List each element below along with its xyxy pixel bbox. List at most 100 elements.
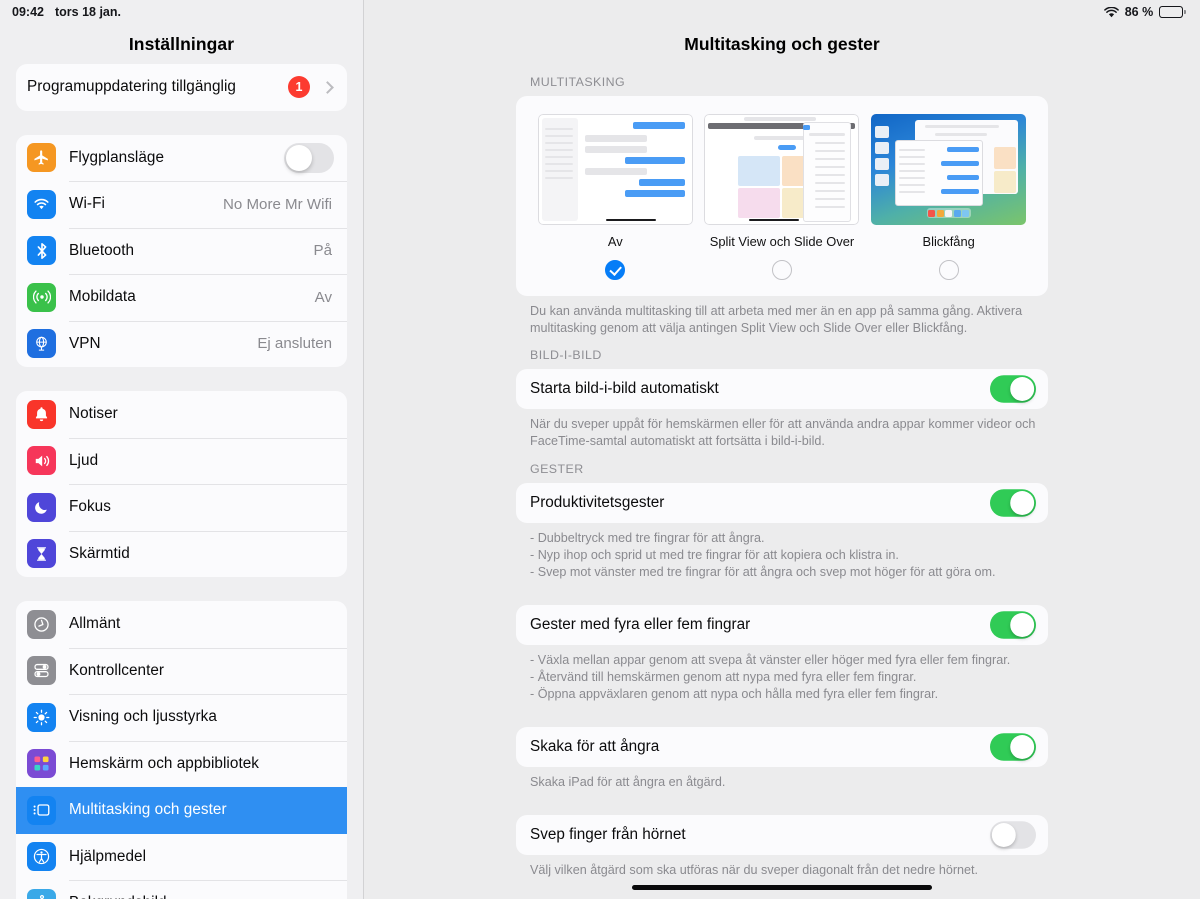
settings-sidebar[interactable]: Inställningar Programuppdatering tillgän… xyxy=(0,0,364,899)
multitasking-option-off[interactable]: Av xyxy=(535,114,695,280)
sidebar-item-notifications[interactable]: Notiser xyxy=(16,391,347,438)
page-title: Multitasking och gester xyxy=(684,34,880,54)
sidebar-item-home-screen[interactable]: Hemskärm och appbibliotek xyxy=(16,740,347,788)
corner-swipe-card: Svep finger från hörnet xyxy=(516,815,1048,856)
ipad-settings-screen: 09:42 tors 18 jan. 86 % Inställningar Pr… xyxy=(0,0,1200,899)
sidebar-item-label: Allmänt xyxy=(69,615,121,633)
sidebar-item-accessibility[interactable]: Hjälpmedel xyxy=(16,834,347,881)
sidebar-item-label: Multitasking och gester xyxy=(69,801,227,819)
gear-icon xyxy=(27,609,56,639)
airplane-mode-toggle[interactable] xyxy=(284,142,334,173)
sidebar-item-label: Bakgrundsbild xyxy=(69,894,334,899)
sidebar-item-vpn[interactable]: VPN Ej ansluten xyxy=(16,320,347,368)
four-five-finger-toggle[interactable] xyxy=(990,611,1036,639)
corner-swipe-toggle[interactable] xyxy=(990,821,1036,850)
vpn-globe-icon xyxy=(27,329,56,359)
sidebar-item-label: Ljud xyxy=(69,451,99,469)
sidebar-group-update: Programuppdatering tillgänglig 1 xyxy=(16,64,347,111)
sidebar-item-bluetooth[interactable]: Bluetooth På xyxy=(16,227,347,275)
shake-to-undo-card: Skaka för att ångra xyxy=(516,727,1048,768)
cellular-icon xyxy=(27,282,56,312)
sidebar-item-cellular[interactable]: Mobildata Av xyxy=(16,274,347,321)
four-five-finger-footnote: - Växla mellan appar genom att svepa åt … xyxy=(516,645,1048,703)
sidebar-item-wifi[interactable]: Wi-Fi No More Mr Wifi xyxy=(16,181,347,228)
stagemanager-thumb xyxy=(871,114,1027,225)
multitasking-options: Av Split View och Slide Over Blickfång xyxy=(532,114,1032,280)
pip-toggle[interactable] xyxy=(990,375,1036,404)
sidebar-group-system: Allmänt Kontrollcenter Visning och ljuss… xyxy=(16,601,347,899)
option-radio-splitview[interactable] xyxy=(771,260,792,280)
option-label: Av xyxy=(607,234,623,249)
sidebar-item-label: Fokus xyxy=(69,498,111,516)
option-radio-off[interactable] xyxy=(605,260,626,280)
sidebar-item-general[interactable]: Allmänt xyxy=(16,601,347,648)
off-thumb xyxy=(537,114,693,225)
sidebar-item-label: Bluetooth xyxy=(69,241,135,259)
bullet-line: - Återvänd till hemskärmen genom att nyp… xyxy=(530,670,917,684)
bell-icon xyxy=(27,399,56,429)
sidebar-item-control-center[interactable]: Kontrollcenter xyxy=(16,647,347,695)
corner-swipe-footnote: Välj vilken åtgärd som ska utföras när d… xyxy=(530,863,979,878)
sidebar-item-software-update[interactable]: Programuppdatering tillgänglig 1 xyxy=(16,64,347,111)
productivity-gestures-row[interactable]: Produktivitetsgester xyxy=(516,483,1048,523)
shake-to-undo-toggle[interactable] xyxy=(990,733,1036,762)
vpn-state-value: Ej ansluten xyxy=(257,335,332,353)
detail-header: Multitasking och gester xyxy=(364,0,1200,64)
pip-footnote: När du sveper uppåt för hemskärmen eller… xyxy=(530,417,1036,449)
sidebar-item-label: Skärmtid xyxy=(69,544,130,562)
bullet-line: - Öppna appväxlaren genom att nypa och h… xyxy=(530,687,939,702)
settings-detail-panel: Multitasking och gester MULTITASKING Av … xyxy=(364,0,1200,899)
moon-icon xyxy=(27,492,56,522)
sidebar-scroll-area[interactable]: Programuppdatering tillgänglig 1 Flygpla… xyxy=(0,64,363,899)
sidebar-item-sounds[interactable]: Ljud xyxy=(16,437,347,485)
sidebar-item-multitasking-gestures[interactable]: Multitasking och gester xyxy=(16,787,347,834)
multitasking-footnote: Du kan använda multitasking till att arb… xyxy=(530,304,1023,336)
sidebar-item-label: Flygplansläge xyxy=(69,148,165,166)
accessibility-icon xyxy=(27,842,56,872)
sidebar-group-alerts: Notiser Ljud Fokus Skärmtid xyxy=(16,391,347,577)
productivity-gestures-card: Produktivitetsgester xyxy=(516,482,1048,523)
update-badge: 1 xyxy=(288,76,310,99)
brightness-icon xyxy=(27,702,56,732)
splitview-thumb xyxy=(704,114,860,225)
sidebar-item-label: Notiser xyxy=(69,405,118,423)
app-grid-icon xyxy=(27,749,56,779)
multitasking-options-card: Av Split View och Slide Over Blickfång xyxy=(516,96,1048,296)
productivity-gestures-label: Produktivitetsgester xyxy=(530,493,665,511)
shake-to-undo-row[interactable]: Skaka för att ångra xyxy=(516,727,1048,767)
four-five-finger-row[interactable]: Gester med fyra eller fem fingrar xyxy=(516,605,1048,645)
sidebar-item-display-brightness[interactable]: Visning och ljusstyrka xyxy=(16,694,347,741)
sidebar-item-label: Mobildata xyxy=(69,288,136,306)
chevron-right-icon xyxy=(321,80,334,94)
shake-to-undo-label: Skaka för att ångra xyxy=(530,738,660,756)
sidebar-item-label: Programuppdatering tillgänglig xyxy=(27,78,236,96)
home-indicator[interactable] xyxy=(632,885,932,890)
four-five-finger-card: Gester med fyra eller fem fingrar xyxy=(516,604,1048,645)
detail-scroll-area[interactable]: MULTITASKING Av Split View och Slide Ove… xyxy=(364,64,1200,880)
sidebar-item-label: Hemskärm och appbibliotek xyxy=(69,754,259,772)
option-label: Blickfång xyxy=(922,234,975,249)
pip-row[interactable]: Starta bild-i-bild automatiskt xyxy=(516,369,1048,409)
sidebar-item-screentime[interactable]: Skärmtid xyxy=(16,530,347,578)
bluetooth-icon xyxy=(27,236,56,266)
bullet-line: - Dubbeltryck med tre fingrar för att ån… xyxy=(530,530,765,545)
option-radio-stagemanager[interactable] xyxy=(938,260,959,280)
sidebar-item-label: Wi-Fi xyxy=(69,195,105,213)
productivity-gestures-toggle[interactable] xyxy=(990,488,1036,517)
option-label: Split View och Slide Over xyxy=(709,234,855,249)
section-label-multitasking: MULTITASKING xyxy=(530,75,626,89)
pip-row-label: Starta bild-i-bild automatiskt xyxy=(530,380,719,398)
sidebar-header: Inställningar xyxy=(0,0,363,64)
sidebar-item-wallpaper[interactable]: Bakgrundsbild xyxy=(16,880,347,899)
hourglass-icon xyxy=(27,539,56,569)
sidebar-item-label: Visning och ljusstyrka xyxy=(69,708,217,726)
bullet-line: - Växla mellan appar genom att svepa åt … xyxy=(530,652,1011,667)
pip-card: Starta bild-i-bild automatiskt xyxy=(516,369,1048,410)
multitasking-option-stagemanager[interactable]: Blickfång xyxy=(869,114,1029,280)
corner-swipe-row[interactable]: Svep finger från hörnet xyxy=(516,815,1048,855)
sidebar-item-airplane-mode[interactable]: Flygplansläge xyxy=(16,135,347,182)
productivity-gestures-footnote: - Dubbeltryck med tre fingrar för att ån… xyxy=(516,523,1048,581)
sidebar-item-focus[interactable]: Fokus xyxy=(16,484,347,531)
multitasking-option-splitview[interactable]: Split View och Slide Over xyxy=(702,114,862,280)
bullet-line: - Nyp ihop och sprid ut med tre fingrar … xyxy=(530,547,899,562)
